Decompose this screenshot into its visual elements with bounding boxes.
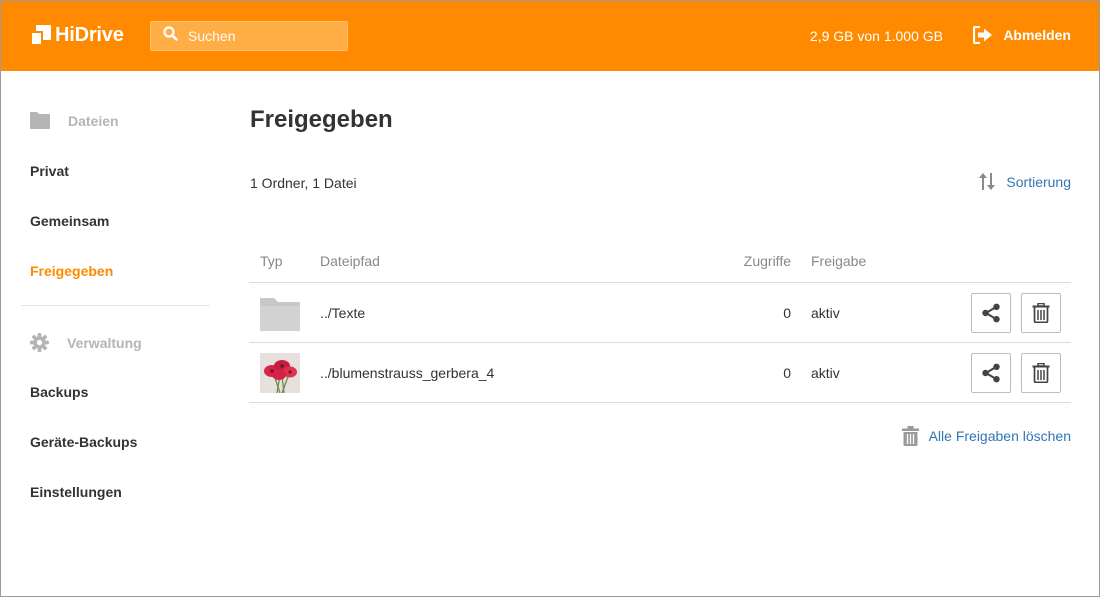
delete-button[interactable] (1021, 293, 1061, 333)
delete-button[interactable] (1021, 353, 1061, 393)
sidebar-item-privat[interactable]: Privat (30, 163, 69, 179)
sort-icon (979, 173, 996, 190)
storage-quota: 2,9 GB von 1.000 GB (809, 28, 943, 44)
share-icon (982, 363, 1000, 383)
section-label-files: Dateien (68, 112, 119, 129)
sidebar-section-files: Dateien (30, 112, 119, 129)
hidrive-logo[interactable]: HiDrive (30, 24, 124, 47)
share-icon (982, 303, 1000, 323)
top-bar: HiDrive 2,9 GB von 1.000 GB Abmelden (0, 0, 1100, 71)
section-label-admin: Verwaltung (67, 334, 142, 351)
sort-button[interactable]: Sortierung (979, 172, 1071, 191)
table-header: Typ Dateipfad Zugriffe Freigabe (249, 240, 1071, 283)
file-path[interactable]: ../blumenstrauss_gerbera_4 (320, 365, 494, 381)
table-row[interactable]: ../blumenstrauss_gerbera_4 0 aktiv (249, 343, 1071, 403)
logout-label: Abmelden (1003, 27, 1071, 43)
search-box[interactable] (150, 21, 348, 51)
sidebar-item-geraete-backups[interactable]: Geräte-Backups (30, 434, 137, 450)
sidebar-divider (21, 305, 210, 306)
sidebar-item-backups[interactable]: Backups (30, 384, 88, 400)
gear-icon (30, 333, 49, 352)
share-button[interactable] (971, 353, 1011, 393)
share-button[interactable] (971, 293, 1011, 333)
column-header-share[interactable]: Freigabe (811, 253, 866, 269)
sidebar-section-admin: Verwaltung (30, 333, 142, 352)
access-count: 0 (783, 305, 791, 321)
logout-button[interactable]: Abmelden (973, 26, 1071, 44)
trash-icon (1032, 303, 1050, 323)
column-header-access[interactable]: Zugriffe (744, 253, 791, 269)
trash-icon (1032, 363, 1050, 383)
logout-icon (973, 26, 993, 44)
sidebar-item-freigegeben[interactable]: Freigegeben (30, 263, 113, 279)
logo-text: HiDrive (55, 24, 124, 46)
column-header-path[interactable]: Dateipfad (320, 253, 380, 269)
delete-all-shares-button[interactable]: Alle Freigaben löschen (901, 426, 1071, 446)
folder-icon (30, 112, 50, 129)
search-icon (163, 26, 178, 46)
sidebar-item-gemeinsam[interactable]: Gemeinsam (30, 213, 109, 229)
access-count: 0 (783, 365, 791, 381)
item-count-summary: 1 Ordner, 1 Datei (250, 175, 357, 191)
folder-icon (260, 293, 300, 333)
share-status: aktiv (811, 305, 840, 321)
hidrive-logo-icon (30, 25, 51, 46)
trash-icon (901, 426, 919, 446)
page-title: Freigegeben (250, 106, 393, 133)
search-input[interactable] (188, 28, 338, 44)
sidebar-item-einstellungen[interactable]: Einstellungen (30, 484, 122, 500)
shares-table: Typ Dateipfad Zugriffe Freigabe ../Texte… (249, 240, 1071, 403)
file-path[interactable]: ../Texte (320, 305, 365, 321)
delete-all-label: Alle Freigaben löschen (928, 428, 1071, 444)
share-status: aktiv (811, 365, 840, 381)
sort-label: Sortierung (1006, 173, 1071, 190)
image-thumbnail (260, 353, 300, 394)
table-row[interactable]: ../Texte 0 aktiv (249, 283, 1071, 343)
column-header-type[interactable]: Typ (260, 253, 283, 269)
